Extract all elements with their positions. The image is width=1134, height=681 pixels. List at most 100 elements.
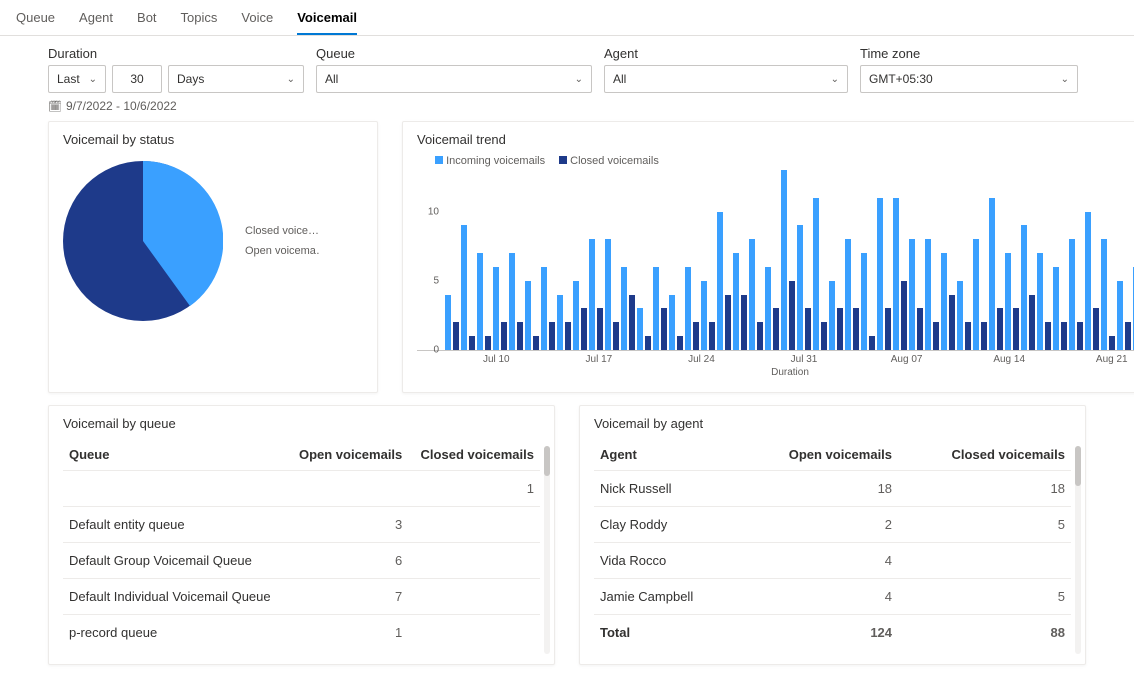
table-row[interactable]: Jamie Campbell45 xyxy=(594,579,1071,615)
bar-incoming xyxy=(989,198,995,350)
bar-group xyxy=(589,239,603,350)
queue-select[interactable]: All ⌄ xyxy=(316,65,592,93)
cell-total-open: 124 xyxy=(739,615,898,651)
duration-value: 30 xyxy=(130,72,143,86)
queue-col-queue[interactable]: Queue xyxy=(63,439,287,471)
bar-closed xyxy=(821,322,827,350)
tab-agent[interactable]: Agent xyxy=(79,6,113,35)
bar-group xyxy=(621,267,635,350)
cell-open: 6 xyxy=(287,543,408,579)
table-row[interactable]: Vida Rocco4 xyxy=(594,543,1071,579)
bar-incoming xyxy=(525,281,531,350)
bar-group xyxy=(653,267,667,350)
bar-incoming xyxy=(541,267,547,350)
agent-col-agent[interactable]: Agent xyxy=(594,439,739,471)
queue-col-closed[interactable]: Closed voicemails xyxy=(408,439,540,471)
cell-open: 7 xyxy=(287,579,408,615)
table-row[interactable]: Default entity queue3 xyxy=(63,507,540,543)
timezone-select[interactable]: GMT+05:30 ⌄ xyxy=(860,65,1078,93)
bar-closed xyxy=(741,295,747,350)
table-row[interactable]: Default Group Voicemail Queue6 xyxy=(63,543,540,579)
bar-group xyxy=(989,198,1003,350)
bar-closed xyxy=(533,336,539,350)
bar-closed xyxy=(693,322,699,350)
bar-group xyxy=(557,295,571,350)
table-row[interactable]: Clay Roddy25 xyxy=(594,507,1071,543)
bar-closed xyxy=(501,322,507,350)
duration-unit-select[interactable]: Days ⌄ xyxy=(168,65,304,93)
legend-closed2-label: Closed voicemails xyxy=(570,155,659,167)
cell-queue: p-record queue xyxy=(63,615,287,651)
duration-mode-select[interactable]: Last ⌄ xyxy=(48,65,106,93)
bar-incoming xyxy=(941,253,947,350)
table-row[interactable]: p-record queue1 xyxy=(63,615,540,651)
bar-closed xyxy=(613,322,619,350)
bar-closed xyxy=(757,322,763,350)
bar-closed xyxy=(565,322,571,350)
bar-group xyxy=(1005,253,1019,350)
bar-closed xyxy=(917,308,923,350)
bar-incoming xyxy=(477,253,483,350)
queue-select-value: All xyxy=(325,72,338,86)
tab-voice[interactable]: Voice xyxy=(241,6,273,35)
tab-bot[interactable]: Bot xyxy=(137,6,157,35)
agent-select[interactable]: All ⌄ xyxy=(604,65,848,93)
bar-group xyxy=(1069,239,1083,350)
cell-closed xyxy=(408,579,540,615)
duration-unit-value: Days xyxy=(177,72,204,86)
duration-value-input[interactable]: 30 xyxy=(112,65,162,93)
bar-group xyxy=(733,253,747,350)
bar-group xyxy=(749,239,763,350)
bar-incoming xyxy=(749,239,755,350)
agent-scrollbar[interactable] xyxy=(1075,446,1081,654)
cell-open xyxy=(287,471,408,507)
voicemail-by-queue-card: Voicemail by queue Queue Open voicemails… xyxy=(48,405,555,665)
bar-group xyxy=(573,281,587,350)
queue-scrollbar[interactable] xyxy=(544,446,550,654)
agent-col-closed[interactable]: Closed voicemails xyxy=(898,439,1071,471)
bar-group xyxy=(525,281,539,350)
date-range-text: 9/7/2022 - 10/6/2022 xyxy=(66,99,177,113)
cell-queue xyxy=(63,471,287,507)
bar-group xyxy=(701,281,715,350)
bar-group xyxy=(781,170,795,350)
table-row[interactable]: Nick Russell1818 xyxy=(594,471,1071,507)
trend-legend: Incoming voicemails Closed voicemails xyxy=(417,155,1134,167)
table-row[interactable]: Default Individual Voicemail Queue7 xyxy=(63,579,540,615)
bar-closed xyxy=(933,322,939,350)
agent-table-title: Voicemail by agent xyxy=(594,416,1071,431)
agent-col-open[interactable]: Open voicemails xyxy=(739,439,898,471)
bar-incoming xyxy=(1069,239,1075,350)
bar-incoming xyxy=(669,295,675,350)
cell-closed: 1 xyxy=(408,471,540,507)
voicemail-by-agent-card: Voicemail by agent Agent Open voicemails… xyxy=(579,405,1086,665)
bar-closed xyxy=(661,308,667,350)
bar-incoming xyxy=(653,267,659,350)
bar-closed xyxy=(901,281,907,350)
bar-incoming xyxy=(557,295,563,350)
legend-swatch-incoming xyxy=(435,156,443,164)
report-tabs: Queue Agent Bot Topics Voice Voicemail xyxy=(0,0,1134,36)
queue-col-open[interactable]: Open voicemails xyxy=(287,439,408,471)
tab-voicemail[interactable]: Voicemail xyxy=(297,6,357,35)
bar-group xyxy=(893,198,907,350)
bar-group xyxy=(509,253,523,350)
bar-incoming xyxy=(861,253,867,350)
tab-queue[interactable]: Queue xyxy=(16,6,55,35)
cell-agent: Jamie Campbell xyxy=(594,579,739,615)
agent-select-value: All xyxy=(613,72,626,86)
tab-topics[interactable]: Topics xyxy=(181,6,218,35)
bar-closed xyxy=(949,295,955,350)
bar-group xyxy=(445,295,459,350)
duration-mode-value: Last xyxy=(57,72,80,86)
bar-group xyxy=(877,198,891,350)
table-row[interactable]: 1 xyxy=(63,471,540,507)
bar-group xyxy=(1085,212,1099,350)
bar-incoming xyxy=(973,239,979,350)
bar-group xyxy=(1053,267,1067,350)
bar-closed xyxy=(1061,322,1067,350)
calendar-icon: 🗓 xyxy=(48,100,62,113)
bar-closed xyxy=(1045,322,1051,350)
bar-closed xyxy=(773,308,779,350)
filter-bar: Duration Last ⌄ 30 Days ⌄ Queue All ⌄ Ag… xyxy=(0,36,1134,97)
